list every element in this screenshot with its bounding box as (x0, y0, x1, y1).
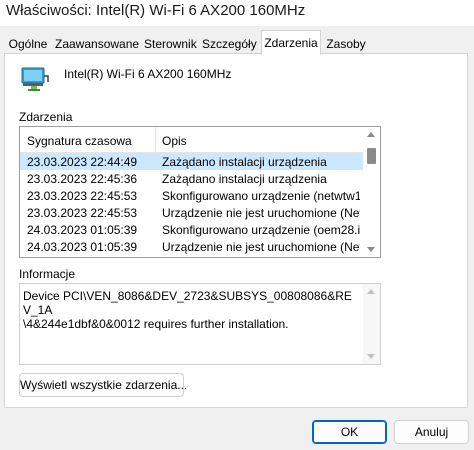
column-header-description[interactable]: Opis (162, 134, 187, 148)
scroll-thumb[interactable] (367, 148, 376, 164)
title-bar: Właściwości: Intel(R) Wi-Fi 6 AX200 160M… (0, 0, 474, 26)
event-row[interactable]: 23.03.2023 22:44:49 Zażądano instalacji … (20, 153, 363, 170)
event-description: Urządzenie nie jest uruchomione (Net... (162, 206, 360, 220)
event-row[interactable]: 23.03.2023 22:45:53 Skonfigurowano urząd… (20, 187, 363, 204)
tab-resources[interactable]: Zasoby (324, 33, 368, 54)
view-all-events-button[interactable]: Wyświetl wszystkie zdarzenia... (19, 373, 187, 397)
scroll-down-icon[interactable] (367, 247, 375, 252)
events-rows: 23.03.2023 22:44:49 Zażądano instalacji … (20, 153, 363, 255)
tab-general[interactable]: Ogólne (6, 33, 50, 54)
network-adapter-icon (21, 67, 49, 91)
event-description: Zażądano instalacji urządzenia (162, 172, 327, 186)
event-description: Urządzenie nie jest uruchomione (Net... (162, 240, 360, 254)
event-row[interactable]: 23.03.2023 22:45:53 Urządzenie nie jest … (20, 204, 363, 221)
events-header: Sygnatura czasowa Opis (20, 127, 363, 153)
scroll-up-icon[interactable] (367, 132, 375, 137)
events-scrollbar[interactable] (363, 127, 380, 257)
tab-details[interactable]: Szczegóły (201, 33, 257, 54)
event-timestamp: 24.03.2023 01:05:39 (27, 223, 138, 237)
event-row[interactable]: 23.03.2023 22:45:36 Zażądano instalacji … (20, 170, 363, 187)
info-text: Device PCI\VEN_8086&DEV_2723&SUBSYS_0080… (23, 289, 352, 331)
event-row[interactable]: 24.03.2023 01:05:39 Skonfigurowano urząd… (20, 221, 363, 238)
event-timestamp: 23.03.2023 22:45:53 (27, 206, 138, 220)
tab-driver[interactable]: Sterownik (143, 33, 197, 54)
info-textbox[interactable]: Device PCI\VEN_8086&DEV_2723&SUBSYS_0080… (19, 283, 381, 365)
scroll-up-icon[interactable] (367, 289, 375, 294)
event-description: Skonfigurowano urządzenie (netwtw1... (162, 189, 360, 203)
column-header-timestamp[interactable]: Sygnatura czasowa (27, 134, 132, 148)
event-timestamp: 24.03.2023 01:05:39 (27, 240, 138, 254)
tab-strip: Ogólne Zaawansowane Sterownik Szczegóły … (0, 30, 474, 55)
tab-events[interactable]: Zdarzenia (261, 30, 321, 55)
tab-advanced[interactable]: Zaawansowane (54, 33, 140, 54)
event-timestamp: 23.03.2023 22:45:36 (27, 172, 138, 186)
device-name: Intel(R) Wi-Fi 6 AX200 160MHz (64, 67, 232, 81)
info-label: Informacje (19, 267, 76, 281)
event-timestamp: 23.03.2023 22:44:49 (27, 155, 138, 169)
info-scrollbar[interactable] (363, 284, 380, 364)
events-list[interactable]: Sygnatura czasowa Opis 23.03.2023 22:44:… (19, 126, 381, 258)
event-description: Skonfigurowano urządzenie (oem28.inf) (162, 223, 360, 237)
cancel-button[interactable]: Anuluj (394, 420, 469, 444)
events-label: Zdarzenia (19, 110, 73, 124)
event-timestamp: 23.03.2023 22:45:53 (27, 189, 138, 203)
event-row[interactable]: 24.03.2023 01:05:39 Urządzenie nie jest … (20, 238, 363, 255)
scroll-down-icon[interactable] (367, 354, 375, 359)
ok-button[interactable]: OK (312, 420, 387, 444)
event-description: Zażądano instalacji urządzenia (162, 155, 327, 169)
window-title: Właściwości: Intel(R) Wi-Fi 6 AX200 160M… (6, 2, 306, 19)
column-separator (155, 127, 156, 153)
